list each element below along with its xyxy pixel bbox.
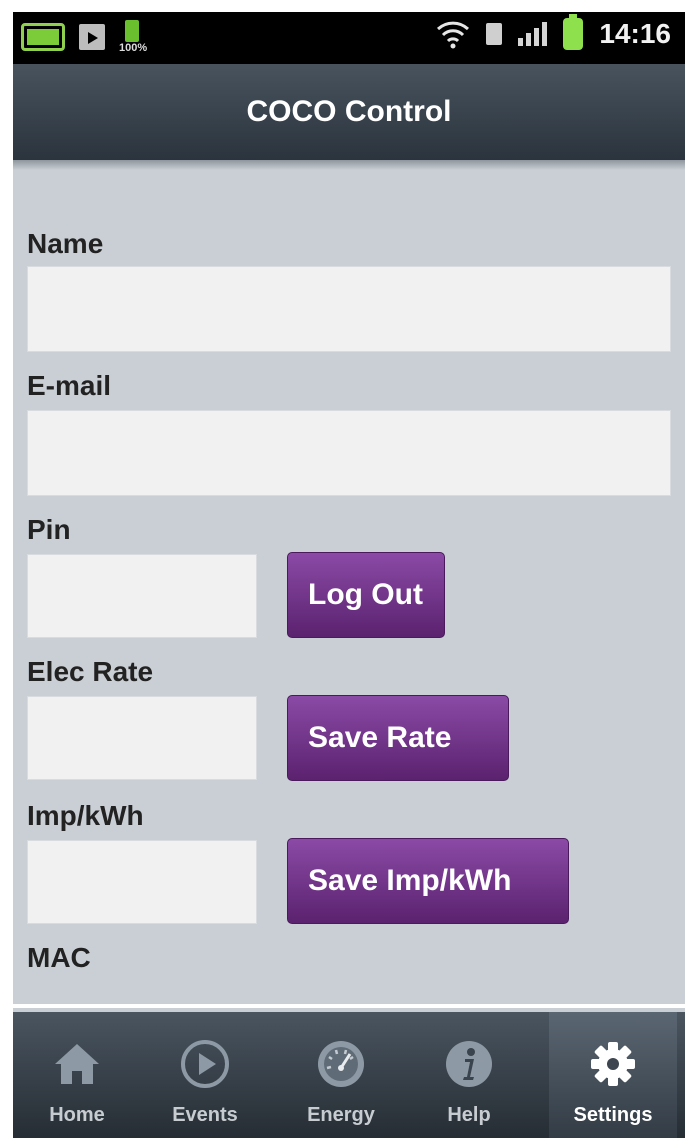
sim-card-icon xyxy=(486,23,503,45)
save-rate-button[interactable]: Save Rate xyxy=(287,695,509,781)
title-shadow xyxy=(13,160,685,170)
imp-kwh-label: Imp/kWh xyxy=(27,800,144,831)
elec-rate-field[interactable] xyxy=(27,696,257,780)
battery-level-icon: 100% xyxy=(119,20,149,54)
gauge-icon xyxy=(318,1041,364,1087)
gear-icon xyxy=(591,1042,635,1086)
bottom-tab-bar: Home Events Energy Help Settings xyxy=(13,1012,685,1138)
home-icon xyxy=(55,1044,99,1084)
email-field[interactable] xyxy=(27,410,671,496)
tab-energy-label: Energy xyxy=(307,1104,375,1126)
name-label: Name xyxy=(27,228,104,259)
wifi-icon xyxy=(437,21,470,49)
name-field[interactable] xyxy=(27,266,671,352)
imp-kwh-field[interactable] xyxy=(27,840,257,924)
mac-label: MAC xyxy=(27,942,91,973)
battery-icon xyxy=(563,14,584,50)
tab-settings-label: Settings xyxy=(573,1104,653,1126)
info-icon xyxy=(446,1041,492,1087)
tab-settings[interactable]: Settings xyxy=(549,1012,677,1138)
tab-help[interactable]: Help xyxy=(405,1012,533,1138)
pin-field[interactable] xyxy=(27,554,257,638)
tab-home[interactable]: Home xyxy=(13,1012,141,1138)
divider xyxy=(13,1004,685,1008)
status-time: 14:16 xyxy=(599,18,671,49)
elec-rate-label: Elec Rate xyxy=(27,656,154,687)
log-out-button[interactable]: Log Out xyxy=(287,552,445,638)
status-bar: 100% 14:16 xyxy=(13,12,685,64)
email-label: E-mail xyxy=(27,370,112,401)
page-title: COCO Control xyxy=(246,95,452,128)
play-store-icon xyxy=(79,24,105,50)
signal-strength-icon xyxy=(518,22,548,46)
tab-home-label: Home xyxy=(49,1104,105,1126)
tab-help-label: Help xyxy=(447,1104,491,1126)
tab-energy[interactable]: Energy xyxy=(277,1012,405,1138)
save-imp-kwh-button[interactable]: Save Imp/kWh xyxy=(287,838,569,924)
tab-events[interactable]: Events xyxy=(141,1012,269,1138)
play-circle-icon xyxy=(181,1040,229,1088)
tab-events-label: Events xyxy=(172,1104,238,1126)
battery-percent: 100% xyxy=(119,42,148,54)
battery-widget-icon xyxy=(21,23,65,51)
pin-label: Pin xyxy=(27,514,71,545)
app-screen: 100% 14:16 COCO Control Name E-mail Pin … xyxy=(13,12,685,1138)
title-bar: COCO Control xyxy=(13,64,685,160)
